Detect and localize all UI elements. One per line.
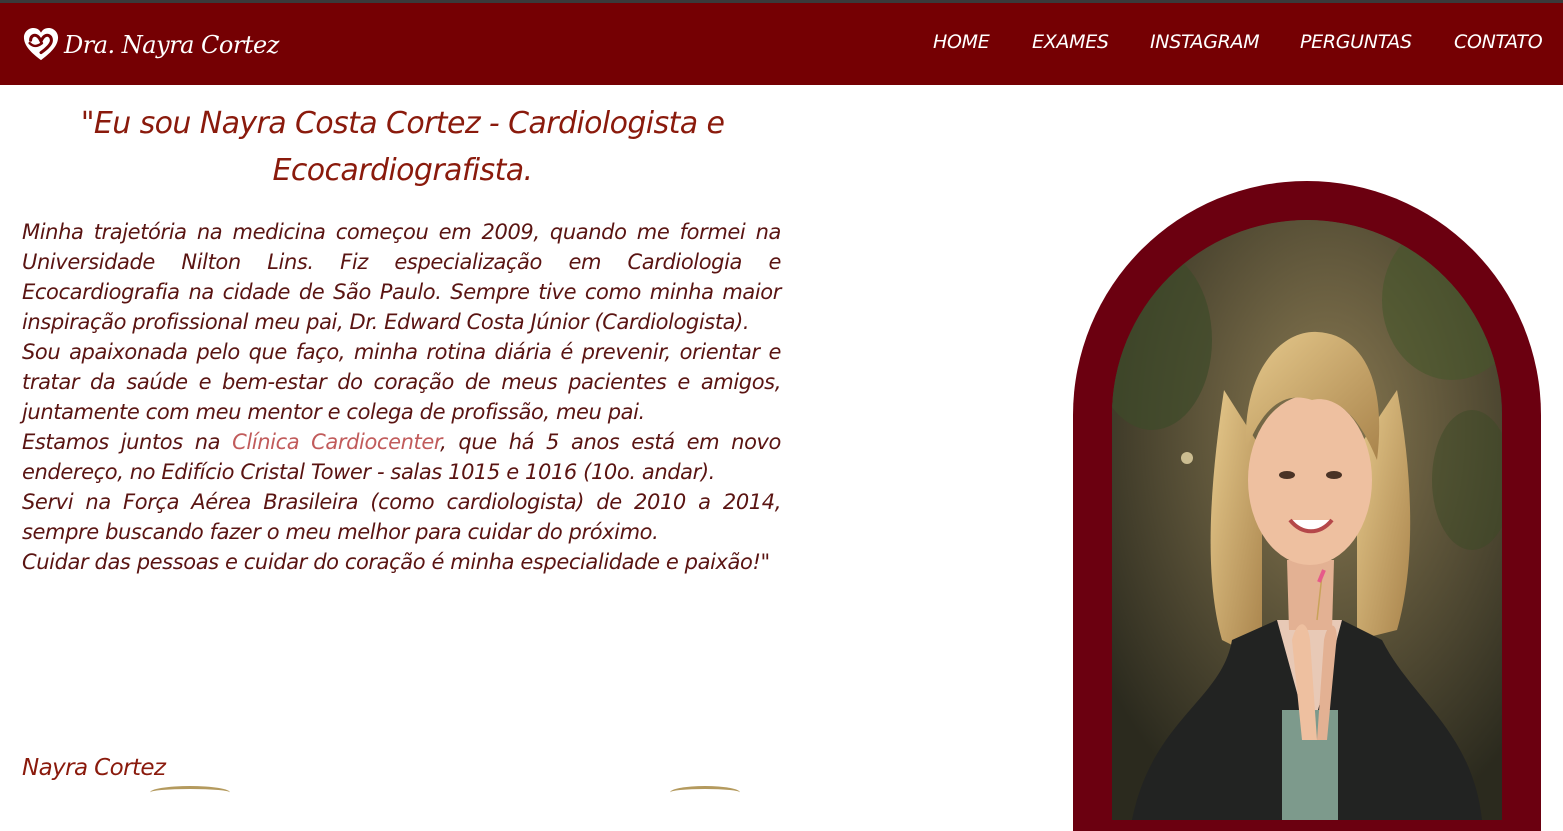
clinica-cardiocenter-link[interactable]: Clínica Cardiocenter [232,430,440,454]
nav-home[interactable]: HOME [933,31,990,53]
bio-paragraph: Estamos juntos na Clínica Cardiocenter, … [22,427,781,487]
logo[interactable]: Dra. Nayra Cortez [22,25,279,65]
bio-paragraph: Cuidar das pessoas e cuidar do coração é… [22,550,770,574]
doctor-photo [1112,220,1502,820]
doctor-portrait-illustration [1112,220,1502,820]
decorative-arc [150,786,230,799]
paragraph-text: Estamos juntos na [22,430,233,454]
bio-paragraph: Servi na Força Aérea Brasileira (como ca… [22,490,781,544]
bio-paragraph: Minha trajetória na medicina começou em … [22,220,781,334]
navbar: Dra. Nayra Cortez HOME EXAMES INSTAGRAM … [0,3,1563,85]
nav-contato[interactable]: CONTATO [1454,31,1543,53]
bio-paragraph: Sou apaixonada pelo que faço, minha roti… [22,340,781,424]
bio-text: Minha trajetória na medicina começou em … [22,217,781,577]
nav-perguntas[interactable]: PERGUNTAS [1300,31,1412,53]
signature: Nayra Cortez [22,755,166,781]
nav-instagram[interactable]: INSTAGRAM [1150,31,1260,53]
nav-exames[interactable]: EXAMES [1032,31,1109,53]
decorative-arc [670,786,740,799]
heart-logo-icon [23,27,59,61]
quote-title: "Eu sou Nayra Costa Cortez - Cardiologis… [80,106,725,188]
logo-text: Dra. Nayra Cortez [64,31,279,59]
